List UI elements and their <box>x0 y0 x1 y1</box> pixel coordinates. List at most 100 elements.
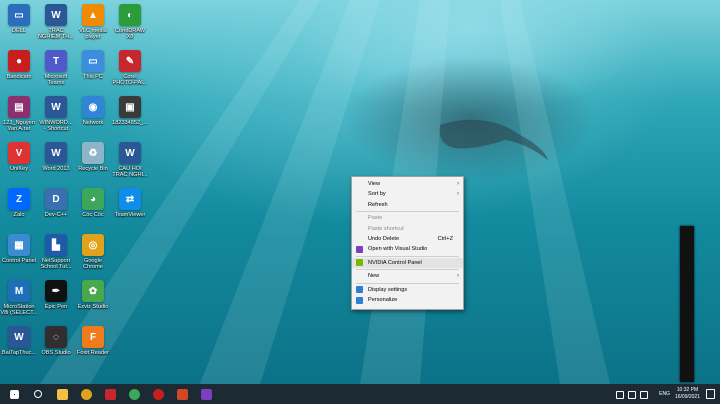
start-icon[interactable] <box>4 384 24 404</box>
desktop-icon-label: Control Panel <box>2 258 36 264</box>
menu-item-label: Undo Delete <box>368 236 400 242</box>
desktop-icon-label: 123_Nguyen Van A.rar <box>3 120 35 133</box>
epic-pen-handle[interactable] <box>680 226 694 382</box>
desktop-icon[interactable]: ✿ Ezviz Studio <box>74 280 112 310</box>
desktop-icon-label: MicroStation V8i (SELECT... <box>0 304 38 317</box>
desktop-context-menu: View › Sort by › Refresh Paste Paste shortcut U… <box>351 176 464 310</box>
app-icon: ◉ <box>82 96 104 118</box>
menu-item-sort-by[interactable]: Sort by › <box>352 189 463 199</box>
app-icon: ▲ <box>82 4 104 26</box>
desktop-icon[interactable]: W CAU HOI TRAC NGHI... <box>111 142 149 179</box>
desktop-icon[interactable]: ⇄ TeamViewer <box>111 188 149 218</box>
menu-item-label: Display settings <box>368 286 408 293</box>
visual-studio-icon[interactable] <box>196 384 216 404</box>
desktop-icon-label: UniKey <box>9 166 29 172</box>
app-icon: W <box>45 142 67 164</box>
desktop-icon[interactable]: D Dev-C++ <box>37 188 75 218</box>
desktop-icon[interactable]: W TRAC NGHIEM TH... <box>37 4 75 41</box>
desktop-icon-label: Dev-C++ <box>44 212 68 218</box>
menu-item-new[interactable]: New › <box>352 271 463 281</box>
desktop-icon[interactable]: ▙ NetSupport School Tut... <box>37 234 75 271</box>
desktop-icon-label: Google Chrome <box>83 258 103 271</box>
app-icon: D <box>45 188 67 210</box>
desktop-icon[interactable]: ▭ This PC <box>74 50 112 80</box>
desktop-icon[interactable]: ◕ Cốc Cốc <box>74 188 112 218</box>
coreldraw-icon[interactable] <box>100 384 120 404</box>
desktop-icon[interactable]: ▭ DELL <box>0 4 38 34</box>
coccoc-icon[interactable] <box>124 384 144 404</box>
desktop-icon[interactable]: W BaiTapThuc... <box>0 326 38 356</box>
desktop-icon[interactable]: ▦ Control Panel <box>0 234 38 264</box>
desktop-icon[interactable]: W WINWORD... - Shortcut <box>37 96 75 133</box>
file-explorer-icon[interactable] <box>52 384 72 404</box>
desktop-icon[interactable]: ✎ Corel PHOTO-PAI... <box>111 50 149 87</box>
chrome-glyph <box>80 388 92 400</box>
battery-icon[interactable] <box>640 391 648 399</box>
chevron-right-icon: › <box>457 273 459 280</box>
menu-item-open-with-visual-studio[interactable]: Open with Visual Studio <box>352 244 463 254</box>
desktop-icon[interactable]: ◐ CorelDRAW X8 <box>111 4 149 41</box>
wifi-icon[interactable] <box>616 391 624 399</box>
desktop-icon-label: This PC <box>83 74 103 80</box>
visual-studio-icon <box>356 245 363 253</box>
menu-item-personalize[interactable]: Personalize <box>352 295 463 305</box>
desktop-icon[interactable]: ◉ Network <box>74 96 112 126</box>
bandicam-icon[interactable] <box>148 384 168 404</box>
menu-item-paste[interactable]: Paste <box>352 213 463 223</box>
desktop-icon[interactable]: ● Bandicam <box>0 50 38 80</box>
file-explorer-glyph <box>56 388 68 400</box>
language-indicator[interactable]: ENG <box>659 391 670 397</box>
app-icon: ● <box>8 50 30 72</box>
powerpoint-icon[interactable] <box>172 384 192 404</box>
menu-item-label: NVIDIA Control Panel <box>368 259 422 266</box>
desktop-icon[interactable]: M MicroStation V8i (SELECT... <box>0 280 38 317</box>
app-icon: W <box>45 96 67 118</box>
menu-item-nvidia-control-panel[interactable]: NVIDIA Control Panel <box>352 257 463 268</box>
menu-item-refresh[interactable]: Refresh <box>352 200 463 210</box>
diver-silhouette <box>439 119 548 160</box>
coccoc-glyph <box>128 388 140 400</box>
desktop-icon-label: OBS Studio <box>41 350 71 356</box>
desktop-icon[interactable]: T Microsoft Teams <box>37 50 75 87</box>
personalize-icon <box>356 296 363 304</box>
desktop-icon[interactable]: ▣ 182334852_... <box>111 96 149 126</box>
app-icon: ▤ <box>8 96 30 118</box>
desktop-icon-label: Network <box>82 120 104 126</box>
desktop-icon[interactable]: V UniKey <box>0 142 38 172</box>
desktop-icon-label: WINWORD... - Shortcut <box>39 120 73 133</box>
chrome-icon[interactable] <box>76 384 96 404</box>
desktop-icon[interactable]: ◎ Google Chrome <box>74 234 112 271</box>
desktop-icon[interactable]: ✒ Epic Pen <box>37 280 75 310</box>
app-icon: ◐ <box>119 4 141 26</box>
coreldraw-glyph <box>104 388 116 400</box>
desktop-icon-label: NetSupport School Tut... <box>40 258 72 271</box>
desktop-icon[interactable]: Z Zalo <box>0 188 38 218</box>
menu-item-paste-shortcut[interactable]: Paste shortcut <box>352 224 463 234</box>
desktop-icon-label: Cốc Cốc <box>82 212 104 218</box>
menu-item-label: Paste <box>368 215 383 222</box>
desktop-icon-label: BaiTapThuc... <box>1 350 37 356</box>
clock[interactable]: 10:32 PM 16/09/2021 <box>675 387 700 400</box>
menu-item-display-settings[interactable]: Display settings <box>352 285 463 295</box>
search-icon[interactable] <box>28 384 48 404</box>
desktop-icon[interactable]: ♻ Recycle Bin <box>74 142 112 172</box>
desktop-icon-area: ▭ DELL W TRAC NGHIEM TH... ▲ VLC media player… <box>0 0 180 384</box>
desktop-icon-label: TeamViewer <box>114 212 146 218</box>
desktop-icon-label: Word 2013 <box>42 166 70 172</box>
notification-icon[interactable] <box>706 389 715 399</box>
menu-item-label: Personalize <box>368 297 398 303</box>
menu-separator <box>356 211 459 213</box>
desktop-icon[interactable]: W Word 2013 <box>37 142 75 172</box>
desktop-icon[interactable]: ▲ VLC media player <box>74 4 112 41</box>
menu-item-view[interactable]: View › <box>352 179 463 189</box>
desktop-icon[interactable]: ▤ 123_Nguyen Van A.rar <box>0 96 38 133</box>
desktop-icon-label: Ezviz Studio <box>77 304 109 310</box>
volume-icon[interactable] <box>628 391 636 399</box>
app-icon: W <box>119 142 141 164</box>
menu-shortcut: Ctrl+Z <box>437 236 453 242</box>
desktop-icon-label: CorelDRAW X8 <box>114 28 146 41</box>
desktop-icon[interactable]: F Foxit Reader <box>74 326 112 356</box>
menu-item-undo-delete[interactable]: Undo Delete Ctrl+Z <box>352 234 463 244</box>
start-glyph <box>9 389 19 399</box>
desktop-icon[interactable]: ◌ OBS Studio <box>37 326 75 356</box>
